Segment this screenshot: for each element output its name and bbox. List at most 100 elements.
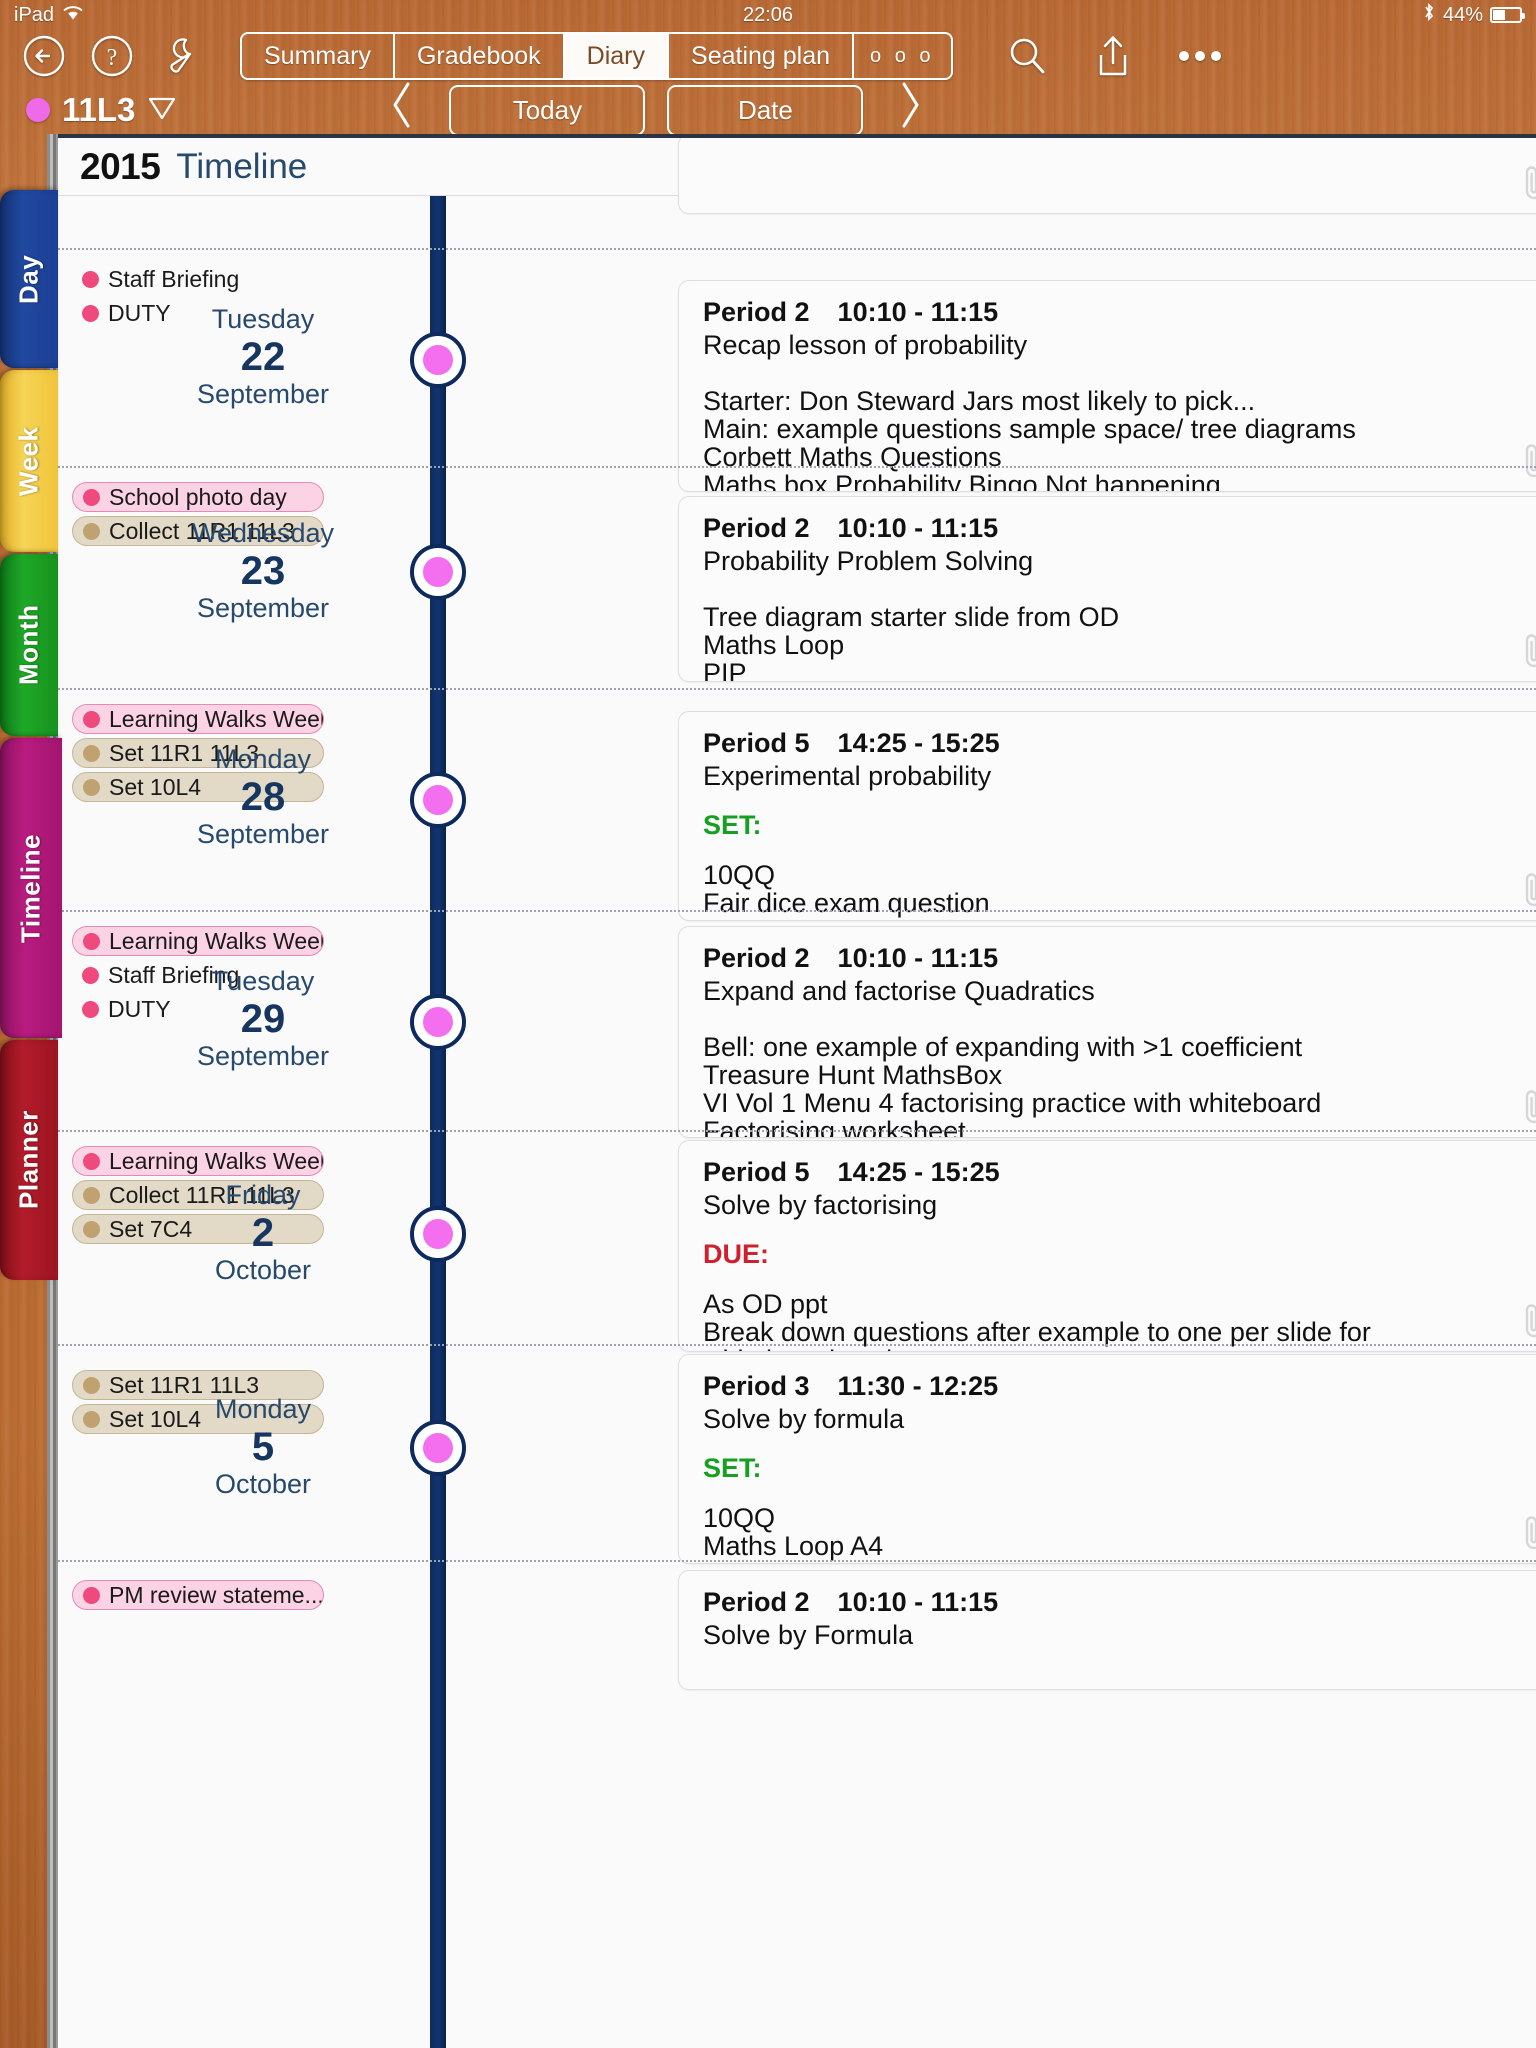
tag-label: Learning Walks Week (109, 705, 324, 732)
date-month: September (196, 819, 330, 850)
date-month: September (196, 379, 330, 410)
diary-card[interactable]: Period 2 10:10 - 11:15 Probability Proble… (678, 496, 1536, 682)
date-weekday: Tuesday (211, 966, 315, 996)
card-time: 11:30 - 12:25 (837, 1371, 999, 1401)
tab-seating-plan[interactable]: Seating plan (669, 34, 855, 78)
share-upload-icon[interactable] (1093, 33, 1133, 79)
day-tag[interactable]: Learning Walks Week (72, 704, 324, 734)
status-clock: 22:06 (742, 3, 794, 26)
date-month: October (214, 1255, 312, 1286)
question-mark-icon[interactable]: ? (90, 34, 134, 78)
svg-text:?: ? (107, 45, 118, 71)
diary-card[interactable]: Period 3 11:30 - 12:25 Solve by formula S… (678, 1354, 1536, 1564)
card-header: Period 2 10:10 - 11:15 (703, 513, 1536, 544)
timeline-node[interactable] (410, 544, 466, 600)
date-month: September (196, 593, 330, 624)
diary-card[interactable]: Period 5 14:25 - 15:25 Experimental proba… (678, 711, 1536, 921)
day-tag[interactable]: PM review stateme... (72, 1580, 324, 1610)
card-line: 10QQ (703, 1503, 776, 1533)
back-arrow-icon[interactable] (22, 34, 66, 78)
date-weekday: Monday (214, 744, 312, 774)
card-period: Period 5 (703, 728, 810, 758)
card-set-label: SET: (703, 1453, 762, 1483)
diary-card[interactable]: Period 2 10:10 - 11:15 Recap lesson of pr… (678, 280, 1536, 492)
date-block: Friday 2 October (98, 1180, 428, 1286)
card-header: Period 2 10:10 - 11:15 (703, 943, 1536, 974)
timeline-node[interactable] (410, 772, 466, 828)
sidebar-item-month[interactable]: Month (0, 554, 58, 736)
card-period: Period 5 (703, 1157, 810, 1187)
card-line: Treasure Hunt MathsBox (703, 1060, 1003, 1091)
card-header: Period 5 14:25 - 15:25 (703, 1157, 1536, 1188)
tab-more-options[interactable]: o o o (854, 34, 950, 78)
date-weekday: Tuesday (211, 304, 315, 334)
tab-summary[interactable]: Summary (242, 34, 395, 78)
date-block: Tuesday 22 September (98, 304, 428, 410)
chevron-left-icon[interactable] (385, 79, 419, 141)
diary-card-partial[interactable] (678, 138, 1536, 214)
day-tag-list: PM review stateme... (72, 1580, 324, 1614)
timeline-body[interactable]: Staff Briefing DUTY Tuesday 22 September… (58, 138, 1536, 2048)
card-line: 10QQ (703, 860, 776, 890)
card-header: Period 5 14:25 - 15:25 (703, 728, 1536, 759)
class-selector[interactable]: 11L3 (26, 91, 177, 129)
card-period: Period 2 (703, 513, 810, 543)
top-toolbar: ? Summary Gradebook Diary Seating plan o… (0, 26, 1536, 86)
battery-percent: 44% (1442, 3, 1483, 26)
bluetooth-icon (1422, 2, 1436, 28)
chevron-down-triangle-icon[interactable] (147, 95, 177, 126)
day-tag[interactable]: School photo day (72, 482, 324, 512)
card-line: VI Vol 1 Menu 4 factorising practice wit… (703, 1088, 1322, 1119)
card-line: Main: example questions sample space/ tr… (703, 414, 1356, 445)
wrench-icon[interactable] (160, 34, 202, 78)
day-tag[interactable]: Learning Walks Week (72, 926, 324, 956)
tag-dot-icon (82, 270, 99, 288)
date-weekday: Wednesday (191, 518, 335, 548)
date-block: Monday 28 September (98, 744, 428, 850)
sidebar-item-timeline[interactable]: Timeline (0, 738, 62, 1038)
chevron-right-icon[interactable] (893, 79, 927, 141)
paperclip-icon (1525, 1090, 1536, 1124)
today-button[interactable]: Today (449, 84, 646, 136)
card-period: Period 2 (703, 943, 810, 973)
day-tag[interactable]: Staff Briefing (72, 264, 324, 294)
tag-dot-icon (82, 966, 99, 984)
card-header: Period 3 11:30 - 12:25 (703, 1371, 1536, 1402)
sidebar-item-day[interactable]: Day (0, 190, 58, 368)
year-label: 2015 (80, 145, 161, 187)
timeline-node[interactable] (410, 332, 466, 388)
timeline-node[interactable] (410, 994, 466, 1050)
timeline-node[interactable] (410, 1420, 466, 1476)
search-icon[interactable] (1005, 34, 1049, 78)
sidebar-item-planner[interactable]: Planner (0, 1040, 58, 1280)
sidebar-item-week[interactable]: Week (0, 370, 58, 552)
view-side-tabs: Day Week Month Timeline Planner (0, 190, 62, 1282)
diary-panel: 2015 Timeline Staff Briefing DUTY Tuesda… (58, 134, 1536, 2048)
date-month: October (214, 1469, 312, 1500)
more-dots-icon[interactable] (1177, 49, 1223, 63)
diary-card[interactable]: Period 5 14:25 - 15:25 Solve by factorisi… (678, 1140, 1536, 1352)
card-line: As OD ppt (703, 1289, 828, 1319)
class-name-label: 11L3 (62, 91, 136, 128)
tab-diary[interactable]: Diary (564, 34, 670, 78)
diary-card[interactable]: Period 2 10:10 - 11:15 Solve by Formula (678, 1570, 1536, 1690)
card-due-label: DUE: (703, 1239, 769, 1269)
card-line: Bell: one example of expanding with >1 c… (703, 1032, 1303, 1062)
card-time: 14:25 - 15:25 (837, 1157, 1000, 1187)
date-day: 22 (240, 335, 286, 380)
tab-gradebook[interactable]: Gradebook (395, 34, 565, 78)
date-weekday: Monday (214, 1394, 312, 1424)
timeline-node[interactable] (410, 1206, 466, 1262)
paperclip-icon (1525, 634, 1536, 668)
view-tab-group[interactable]: Summary Gradebook Diary Seating plan o o… (240, 32, 953, 80)
date-button[interactable]: Date (667, 84, 864, 136)
card-title: Expand and factorise Quadratics (703, 976, 1095, 1006)
diary-card[interactable]: Period 2 10:10 - 11:15 Expand and factori… (678, 926, 1536, 1138)
card-title: Recap lesson of probability (703, 330, 1028, 360)
day-tag[interactable]: Learning Walks Week (72, 1146, 324, 1176)
card-header: Period 2 10:10 - 11:15 (703, 1587, 1536, 1618)
card-title: Solve by factorising (703, 1190, 938, 1220)
paperclip-icon (1525, 873, 1536, 907)
class-nav-row: 11L3 Today Date (0, 82, 1536, 138)
tag-dot-icon (83, 1376, 100, 1394)
